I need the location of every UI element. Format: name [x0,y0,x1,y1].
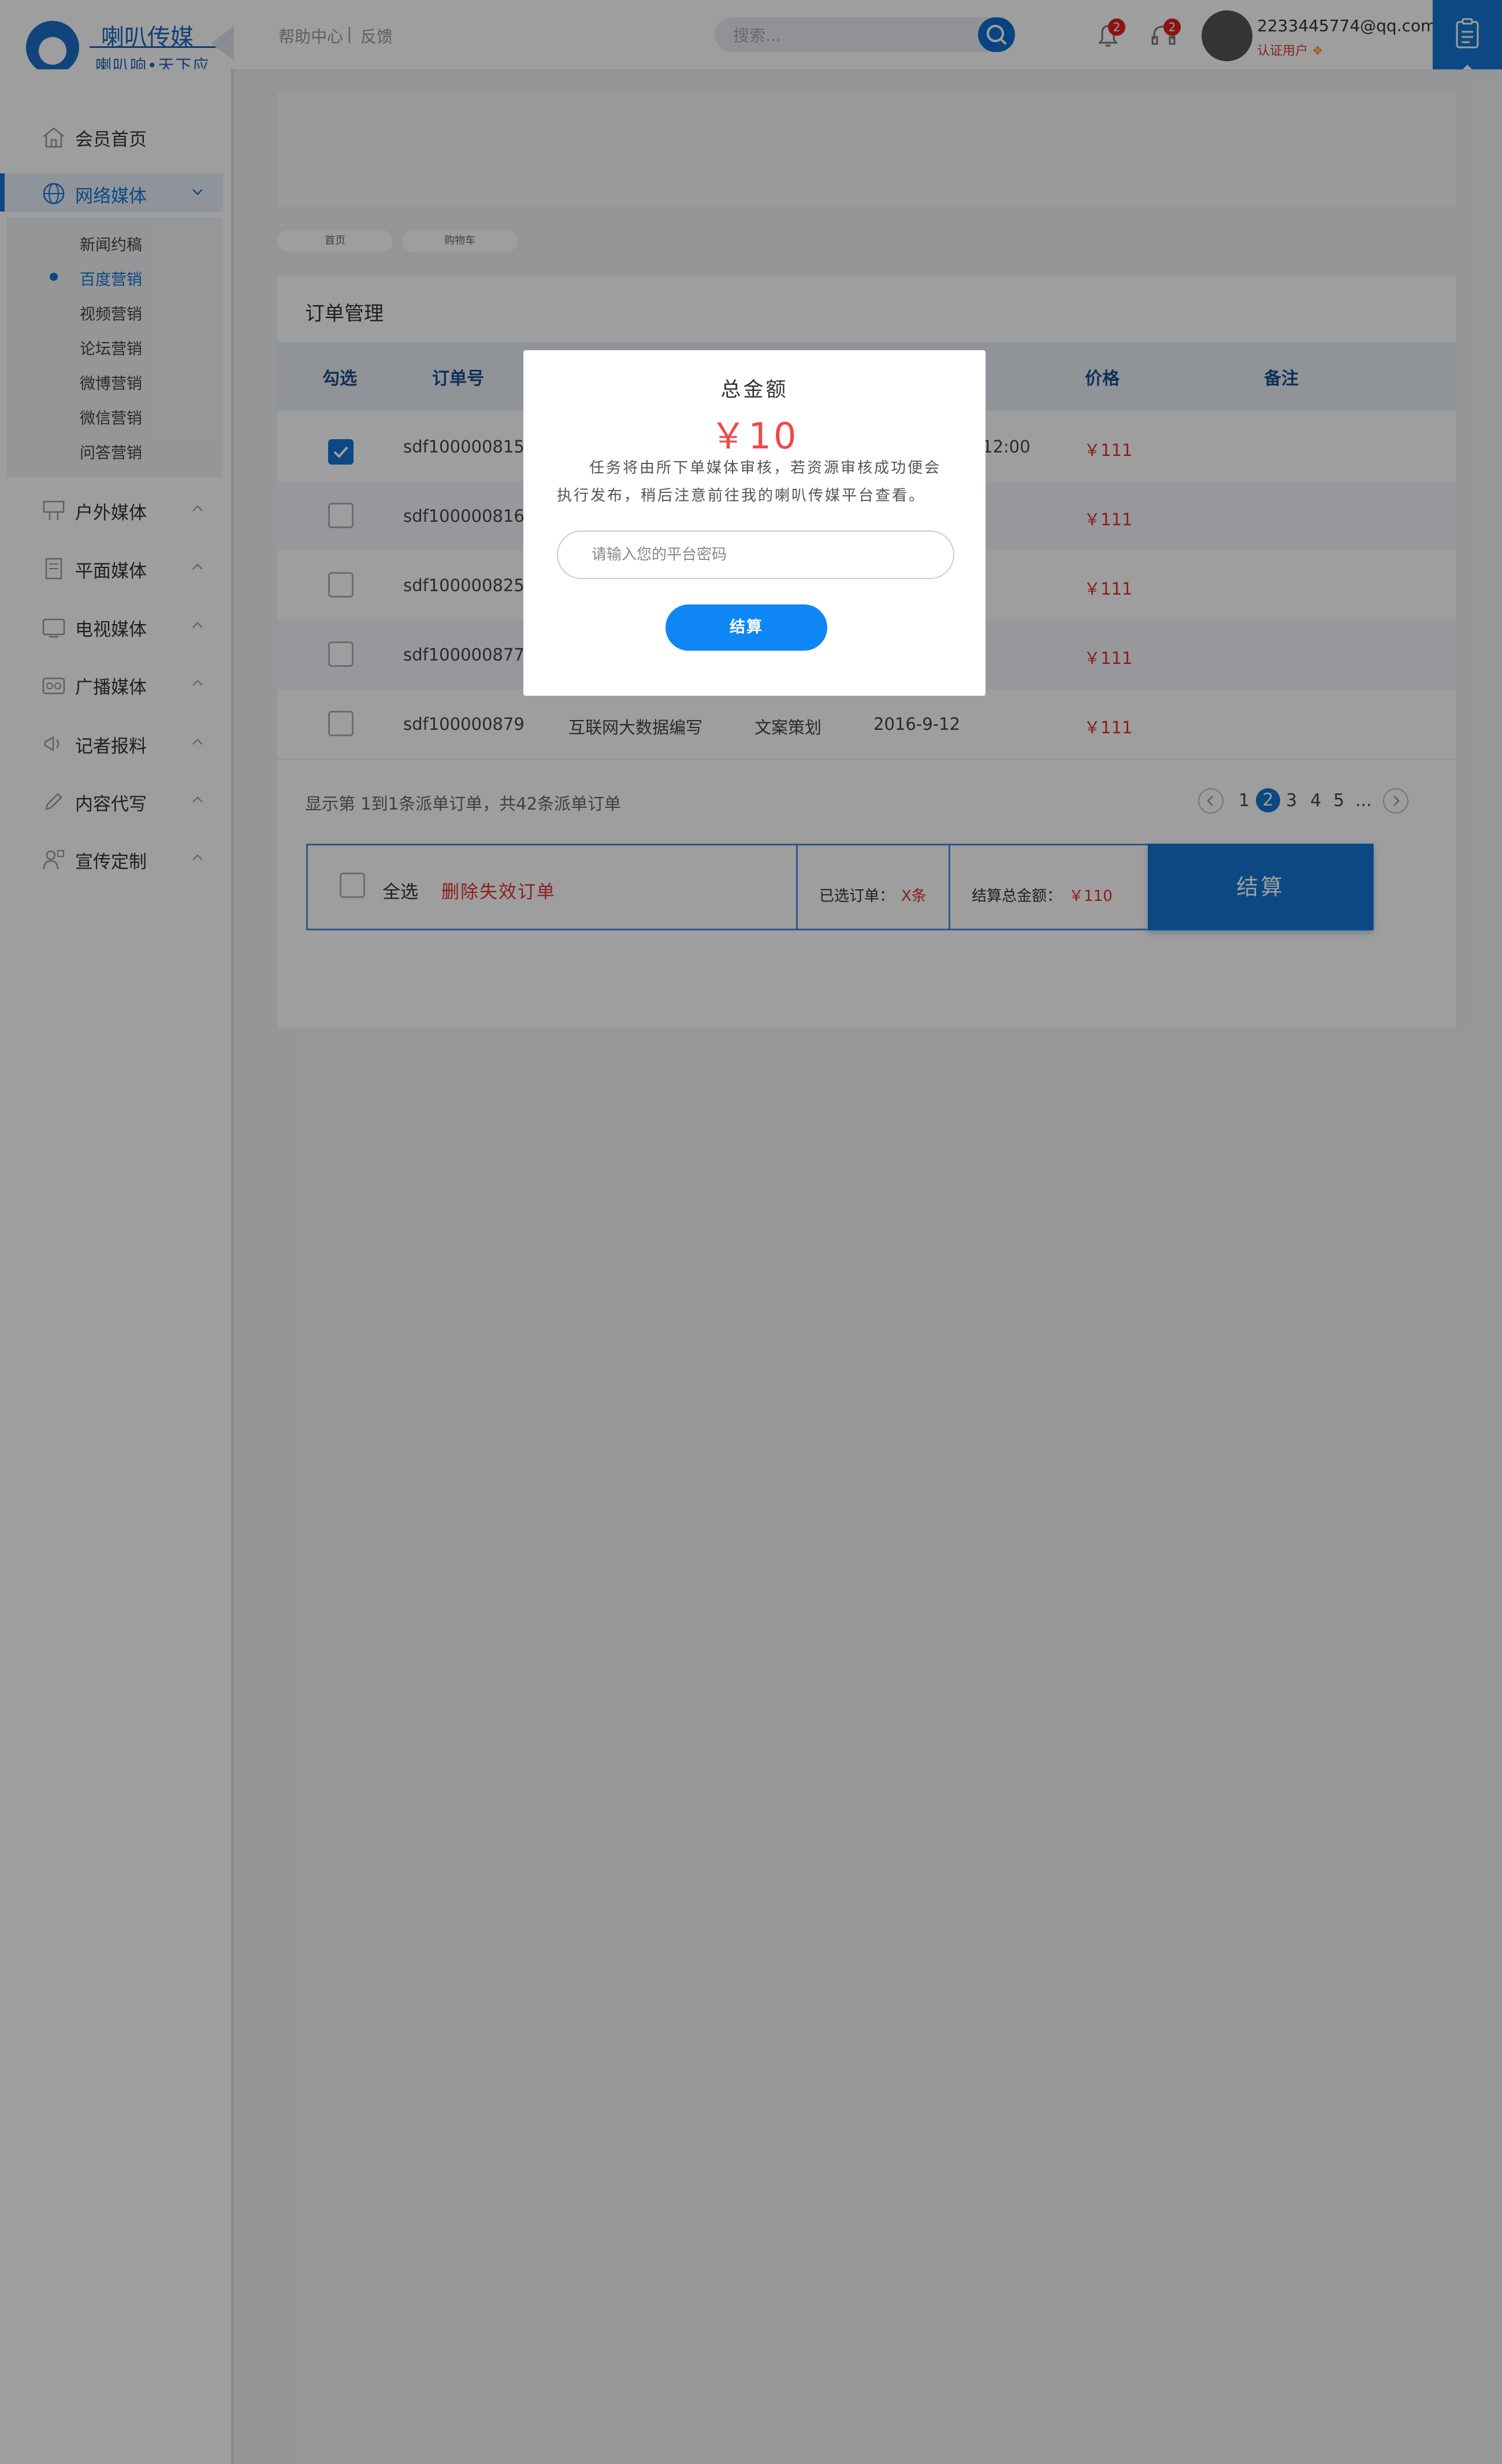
modal-description: 任务将由所下单媒体审核，若资源审核成功便会执行发布，稍后注意前往我的喇叭传媒平台… [557,459,942,504]
platform-password-input[interactable] [557,530,954,579]
modal-amount: ￥10 [710,415,799,457]
payment-modal: 总金额 ￥10 任务将由所下单媒体审核，若资源审核成功便会执行发布，稍后注意前往… [523,350,986,696]
modal-confirm-button[interactable]: 结算 [666,604,827,651]
modal-title: 总金额 [720,378,789,402]
